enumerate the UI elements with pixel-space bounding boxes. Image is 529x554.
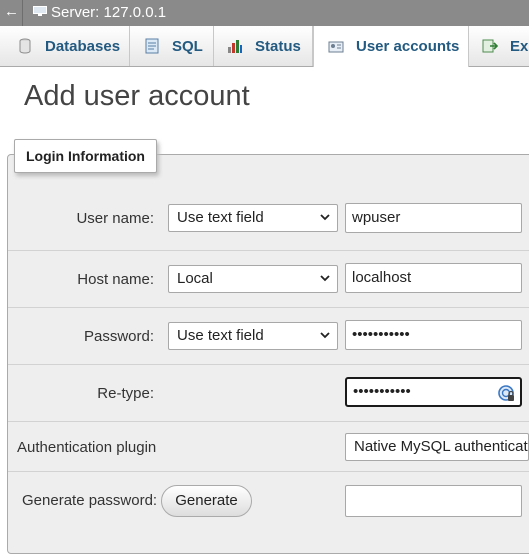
tab-export[interactable]: Ex bbox=[469, 26, 529, 66]
tab-databases[interactable]: Databases bbox=[0, 26, 130, 66]
password-label: Password: bbox=[83, 328, 154, 345]
tab-label: Status bbox=[255, 37, 301, 55]
back-arrow-icon[interactable]: ← bbox=[4, 3, 19, 21]
server-breadcrumb[interactable]: Server: 127.0.0.1 bbox=[51, 4, 166, 22]
tab-sql[interactable]: SQL bbox=[130, 26, 214, 66]
host-name-input[interactable]: localhost bbox=[345, 263, 522, 293]
chevron-down-icon bbox=[320, 332, 330, 339]
user-name-select[interactable]: Use text field bbox=[168, 204, 338, 232]
export-icon bbox=[482, 39, 498, 53]
password-manager-icon[interactable] bbox=[498, 385, 516, 403]
tab-label: Databases bbox=[45, 37, 121, 55]
server-bar: ← Server: 127.0.0.1 bbox=[0, 0, 529, 26]
tab-label: Ex bbox=[510, 37, 529, 55]
tab-user-accounts[interactable]: User accounts bbox=[313, 26, 469, 67]
tab-label: User accounts bbox=[356, 38, 460, 55]
page-title: Add user account bbox=[24, 80, 250, 112]
fieldset-legend: Login Information bbox=[14, 139, 157, 173]
divider bbox=[22, 0, 23, 26]
password-select[interactable]: Use text field bbox=[168, 322, 338, 350]
select-value: Local bbox=[177, 270, 213, 287]
tab-label: SQL bbox=[172, 37, 203, 55]
database-icon bbox=[19, 38, 31, 54]
status-icon bbox=[228, 40, 242, 53]
retype-label: Re-type: bbox=[97, 385, 154, 402]
retype-password-input[interactable]: ••••••••••• bbox=[345, 377, 522, 407]
auth-plugin-select[interactable]: Native MySQL authentication bbox=[345, 433, 529, 461]
user-accounts-icon bbox=[328, 41, 344, 52]
server-icon bbox=[33, 6, 47, 16]
select-value: Use text field bbox=[177, 209, 264, 226]
user-name-input[interactable]: wpuser bbox=[345, 203, 522, 233]
user-name-label: User name: bbox=[76, 210, 154, 227]
tab-status[interactable]: Status bbox=[214, 26, 313, 66]
generated-password-input[interactable] bbox=[345, 485, 522, 517]
chevron-down-icon bbox=[320, 275, 330, 282]
main-tabs: Databases SQL Status User accounts Ex bbox=[0, 26, 529, 67]
sql-icon bbox=[145, 38, 159, 54]
generate-button[interactable]: Generate bbox=[161, 485, 252, 517]
auth-plugin-label: Authentication plugin bbox=[17, 439, 157, 456]
retype-value: ••••••••••• bbox=[353, 383, 411, 400]
generate-password-label: Generate password: bbox=[22, 492, 158, 509]
host-name-select[interactable]: Local bbox=[168, 265, 338, 293]
host-name-label: Host name: bbox=[77, 271, 154, 288]
select-value: Use text field bbox=[177, 327, 264, 344]
password-input[interactable]: ••••••••••• bbox=[345, 320, 522, 350]
chevron-down-icon bbox=[320, 214, 330, 221]
